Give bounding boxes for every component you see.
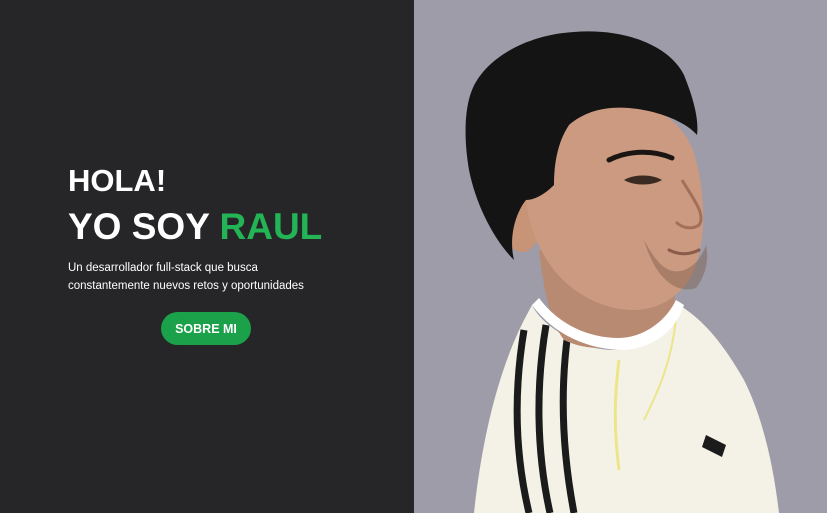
portrait-panel (414, 0, 827, 513)
portrait-photo (465, 31, 779, 513)
intro-panel: HOLA! YO SOY RAUL Un desarrollador full-… (0, 0, 414, 513)
greeting-heading: HOLA! (68, 163, 167, 198)
name-prefix: YO SOY (68, 206, 220, 247)
name-highlight: RAUL (219, 206, 323, 247)
name-heading: YO SOY RAUL (68, 205, 398, 249)
hero-description: Un desarrollador full-stack que busca co… (68, 262, 304, 292)
hero-text: HOLA! YO SOY RAUL Un desarrollador full-… (68, 163, 398, 295)
about-me-button[interactable]: SOBRE MI (161, 312, 251, 345)
